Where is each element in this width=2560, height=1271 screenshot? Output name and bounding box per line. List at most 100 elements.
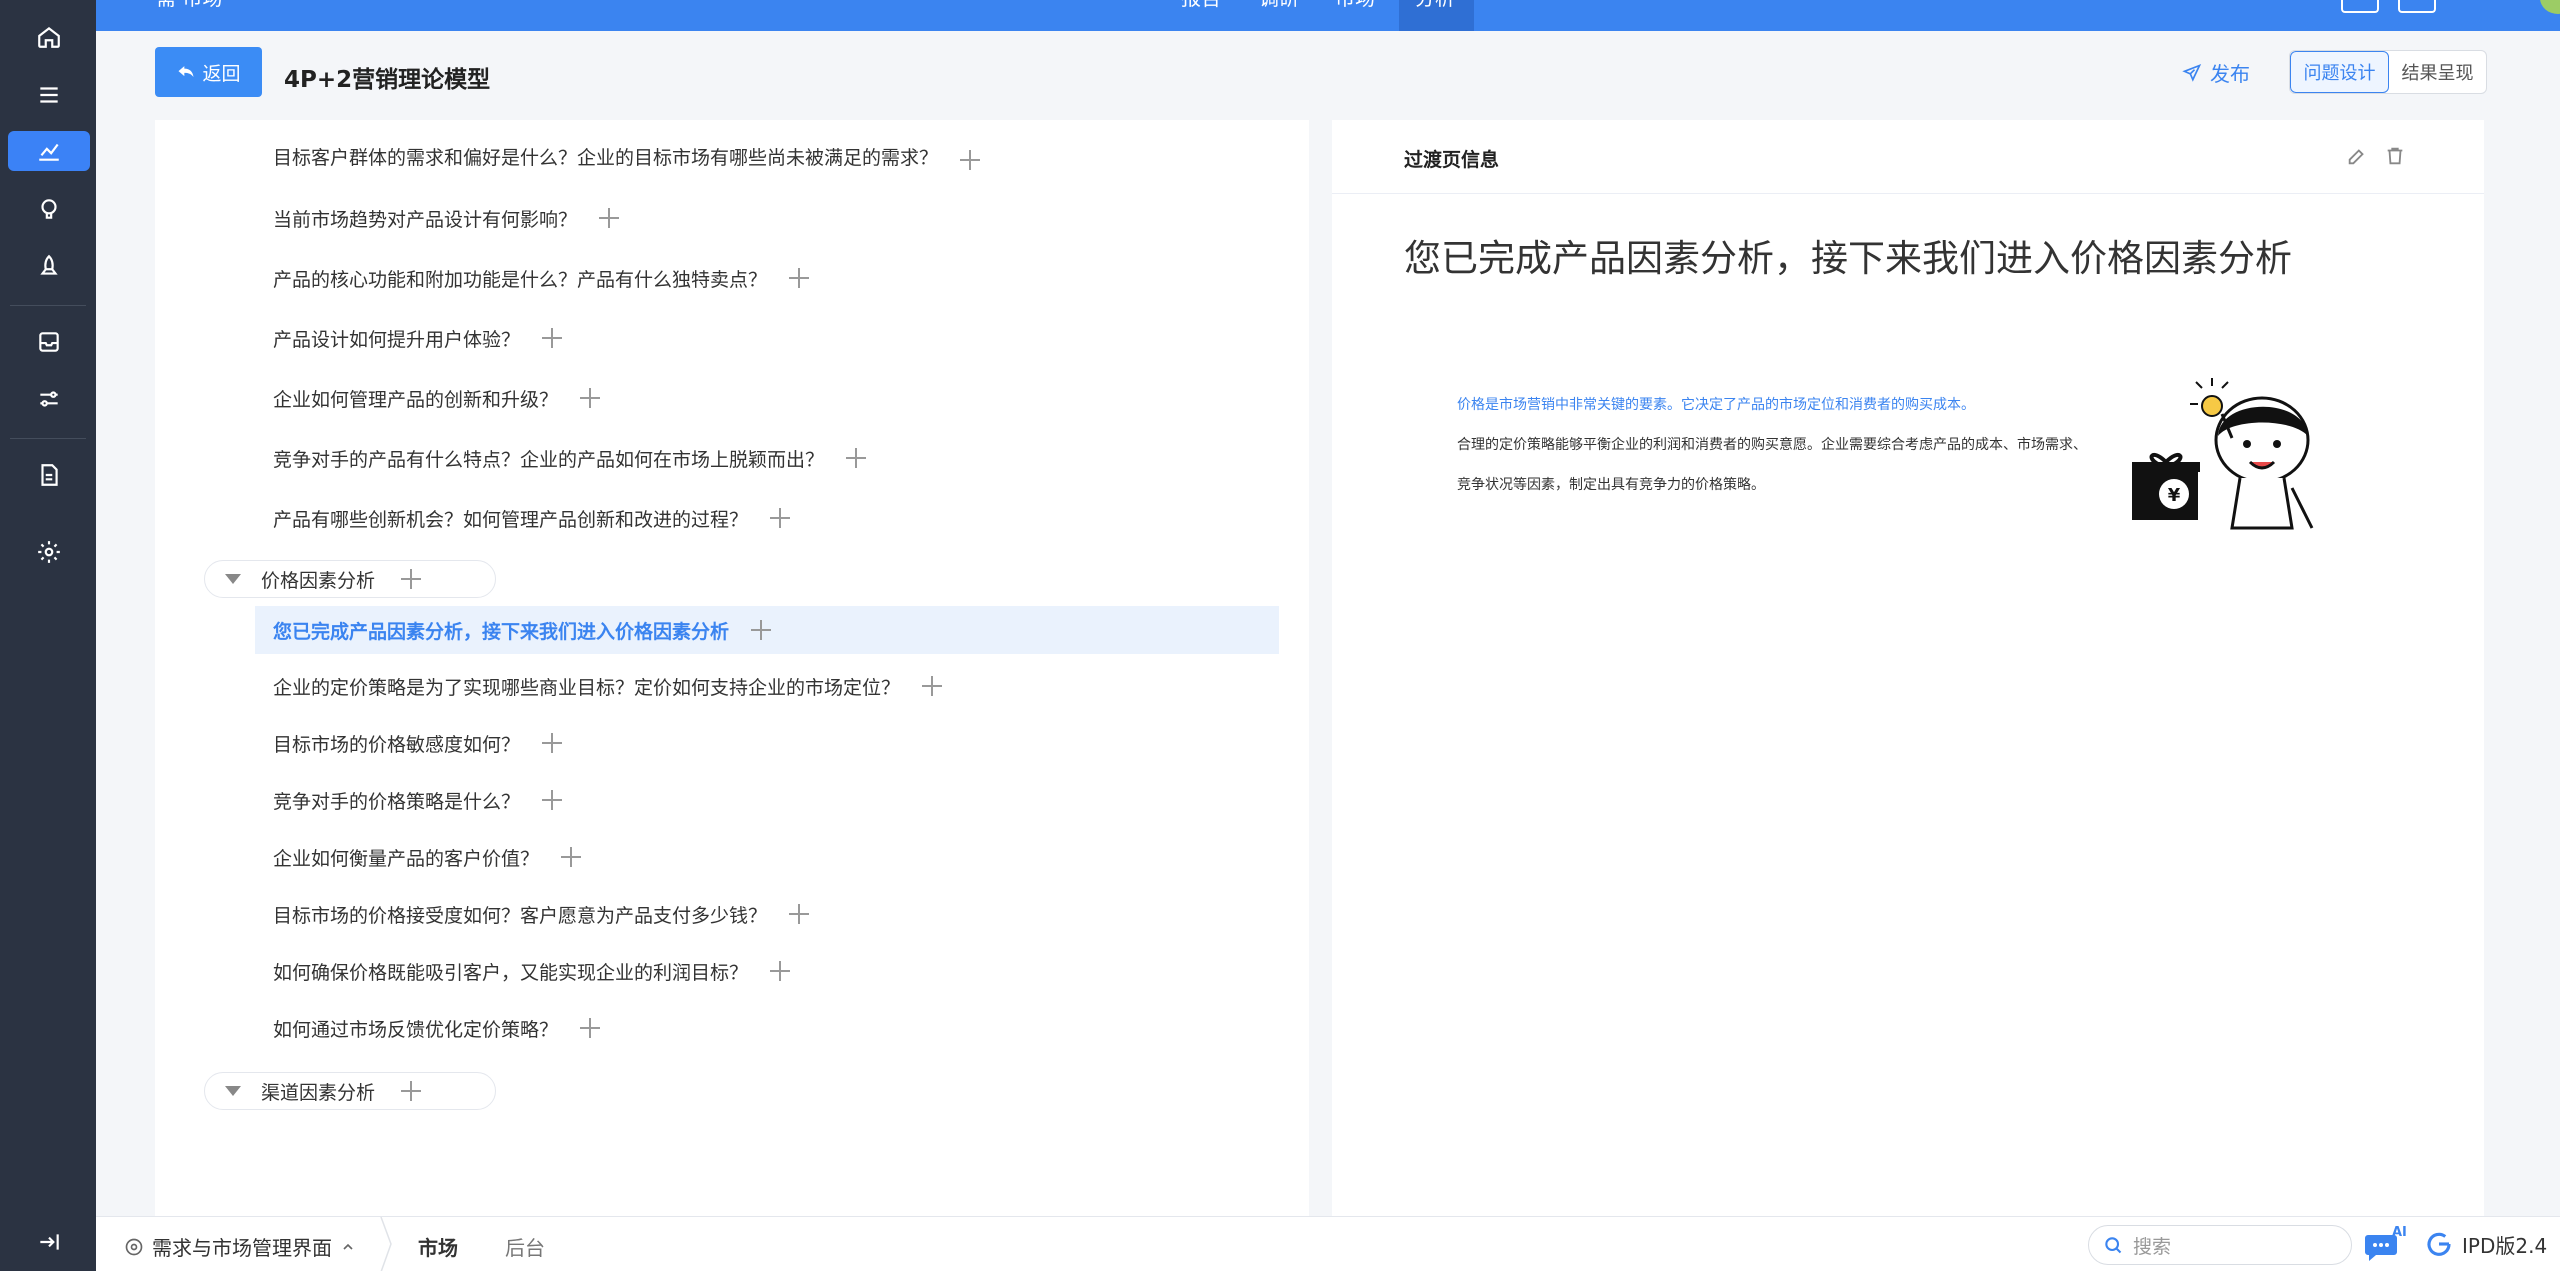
top-nav-research[interactable]: 调研	[1259, 0, 1315, 25]
tree-item-label: 如何通过市场反馈优化定价策略？	[273, 1018, 559, 1041]
top-nav-analysis-label: 分析	[1415, 0, 1455, 10]
add-icon[interactable]	[770, 508, 791, 528]
chevron-up-icon	[343, 1243, 353, 1250]
add-icon[interactable]	[922, 676, 943, 696]
top-nav-report[interactable]: 报告	[1181, 0, 1237, 25]
analytics-icon[interactable]	[8, 131, 90, 171]
top-breadcrumb: 需 市场	[156, 0, 222, 25]
add-icon[interactable]	[542, 328, 563, 348]
home-icon[interactable]	[8, 17, 90, 57]
return-arrow-icon	[178, 66, 194, 77]
add-icon[interactable]	[789, 904, 810, 924]
tab-question-design[interactable]: 问题设计	[2290, 51, 2389, 93]
tree-item[interactable]: 当前市场趋势对产品设计有何影响？	[273, 204, 620, 232]
ai-badge: AI	[2392, 1225, 2407, 1240]
document-icon[interactable]	[8, 455, 90, 495]
settings-sliders-icon[interactable]	[8, 379, 90, 419]
add-icon[interactable]	[599, 208, 620, 228]
publish-button[interactable]: 发布	[2182, 58, 2250, 87]
tab-backend[interactable]: 后台	[505, 1232, 545, 1261]
top-navbar: 需 市场 报告 调研 市场 分析	[96, 0, 2560, 31]
workspace-switcher[interactable]: 需求与市场管理界面	[124, 1232, 356, 1261]
tab-result-display[interactable]: 结果呈现	[2389, 51, 2486, 93]
tree-item-label: 目标客户群体的需求和偏好是什么？企业的目标市场有哪些尚未被满足的需求？	[273, 147, 939, 169]
tree-item[interactable]: 目标市场的价格敏感度如何？	[273, 729, 563, 757]
tree-item[interactable]: 企业的定价策略是为了实现哪些商业目标？定价如何支持企业的市场定位？	[273, 672, 943, 700]
tree-item[interactable]: 如何确保价格既能吸引客户，又能实现企业的利润目标？	[273, 957, 791, 985]
tree-item-label: 目标市场的价格敏感度如何？	[273, 733, 521, 756]
add-icon[interactable]	[960, 150, 981, 170]
lightbulb-icon[interactable]	[8, 189, 90, 229]
detail-header: 过渡页信息	[1332, 120, 2484, 194]
tree-item-label: 企业如何管理产品的创新和升级？	[273, 388, 559, 411]
add-icon[interactable]	[561, 847, 582, 867]
tab-separator	[380, 1217, 392, 1271]
add-icon[interactable]	[846, 448, 867, 468]
tree-item[interactable]: 产品设计如何提升用户体验？	[273, 324, 563, 352]
back-button[interactable]: 返回	[155, 47, 262, 97]
tree-item[interactable]: 产品有哪些创新机会？如何管理产品创新和改进的过程？	[273, 504, 791, 532]
transition-line-3: 竞争状况等因素，制定出具有竞争力的价格策略。	[1457, 477, 1765, 493]
rocket-icon[interactable]	[8, 246, 90, 286]
question-tree-panel: 目标客户群体的需求和偏好是什么？企业的目标市场有哪些尚未被满足的需求？ 当前市场…	[155, 120, 1309, 1217]
page-title: 4P+2营销理论模型	[284, 67, 491, 93]
search-input[interactable]: 搜索	[2088, 1225, 2352, 1265]
top-apps-icon[interactable]	[2398, 0, 2436, 13]
add-icon[interactable]	[542, 733, 563, 753]
caret-down-icon[interactable]	[225, 1086, 241, 1096]
tree-item[interactable]: 企业如何衡量产品的客户价值？	[273, 843, 582, 871]
tree-item[interactable]: 目标市场的价格接受度如何？客户愿意为产品支付多少钱？	[273, 900, 810, 928]
tree-item[interactable]: 企业如何管理产品的创新和升级？	[273, 384, 601, 412]
add-icon[interactable]	[789, 268, 810, 288]
top-nav-market[interactable]: 市场	[1335, 0, 1391, 25]
workspace-label: 需求与市场管理界面	[152, 1236, 332, 1260]
tab-market[interactable]: 市场	[418, 1232, 458, 1261]
add-icon[interactable]	[751, 620, 772, 640]
ai-chat-button[interactable]: AI	[2364, 1225, 2408, 1263]
caret-down-icon[interactable]	[225, 574, 241, 584]
trash-icon[interactable]	[2384, 145, 2406, 167]
inbox-icon[interactable]	[8, 322, 90, 362]
tree-item-label: 企业如何衡量产品的客户价值？	[273, 847, 540, 870]
tree-item[interactable]: 如何通过市场反馈优化定价策略？	[273, 1014, 601, 1042]
tree-item-label: 您已完成产品因素分析，接下来我们进入价格因素分析	[273, 620, 730, 643]
tree-item[interactable]: 竞争对手的产品有什么特点？企业的产品如何在市场上脱颖而出？	[273, 444, 867, 472]
search-icon	[2105, 1237, 2122, 1254]
tree-item[interactable]: 产品的核心功能和附加功能是什么？产品有什么独特卖点？	[273, 264, 810, 292]
collapse-sidebar-icon[interactable]	[8, 1222, 90, 1262]
add-icon[interactable]	[401, 569, 422, 589]
top-add-icon[interactable]	[2341, 0, 2379, 13]
tree-item-label: 当前市场趋势对产品设计有何影响？	[273, 208, 578, 231]
yen-mark: ¥	[2168, 485, 2181, 506]
tree-group-label: 价格因素分析	[261, 569, 376, 592]
add-icon[interactable]	[401, 1081, 422, 1101]
add-icon[interactable]	[770, 961, 791, 981]
tree-item-label: 企业的定价策略是为了实现哪些商业目标？定价如何支持企业的市场定位？	[273, 676, 901, 699]
top-nav-analysis[interactable]: 分析	[1399, 0, 1474, 31]
view-switch: 问题设计 结果呈现	[2289, 50, 2487, 94]
workspace-icon	[125, 1238, 143, 1255]
menu-icon[interactable]	[8, 75, 90, 115]
user-avatar[interactable]	[2540, 0, 2560, 14]
mascot-illustration: ¥	[2132, 378, 2314, 530]
transition-line-2: 合理的定价策略能够平衡企业的利润和消费者的购买意愿。企业需要综合考虑产品的成本、…	[1457, 437, 2087, 453]
tree-item[interactable]: 竞争对手的价格策略是什么？	[273, 786, 563, 814]
gear-icon[interactable]	[8, 532, 90, 572]
version-label-group: IPD版2.4	[2424, 1229, 2547, 1259]
detail-panel: 过渡页信息 您已完成产品因素分析，接下来我们进入价格因素分析 价格是市场营销中非…	[1332, 120, 2484, 1217]
search-placeholder: 搜索	[2133, 1235, 2172, 1258]
tree-item-label: 如何确保价格既能吸引客户，又能实现企业的利润目标？	[273, 961, 749, 984]
publish-label: 发布	[2210, 62, 2250, 86]
bottom-bar: 需求与市场管理界面 市场 后台 搜索 AI IPD版2.4	[96, 1216, 2560, 1271]
sidebar-divider	[10, 305, 86, 306]
tree-item[interactable]: 目标客户群体的需求和偏好是什么？企业的目标市场有哪些尚未被满足的需求？	[273, 146, 981, 170]
add-icon[interactable]	[580, 1018, 601, 1038]
tree-group-price[interactable]: 价格因素分析	[204, 560, 496, 598]
tree-item-selected[interactable]: 您已完成产品因素分析，接下来我们进入价格因素分析	[255, 606, 1279, 654]
tree-item-label: 竞争对手的价格策略是什么？	[273, 790, 521, 813]
add-icon[interactable]	[580, 388, 601, 408]
send-icon	[2182, 63, 2202, 82]
add-icon[interactable]	[542, 790, 563, 810]
edit-icon[interactable]	[2346, 145, 2368, 167]
tree-group-channel[interactable]: 渠道因素分析	[204, 1072, 496, 1110]
